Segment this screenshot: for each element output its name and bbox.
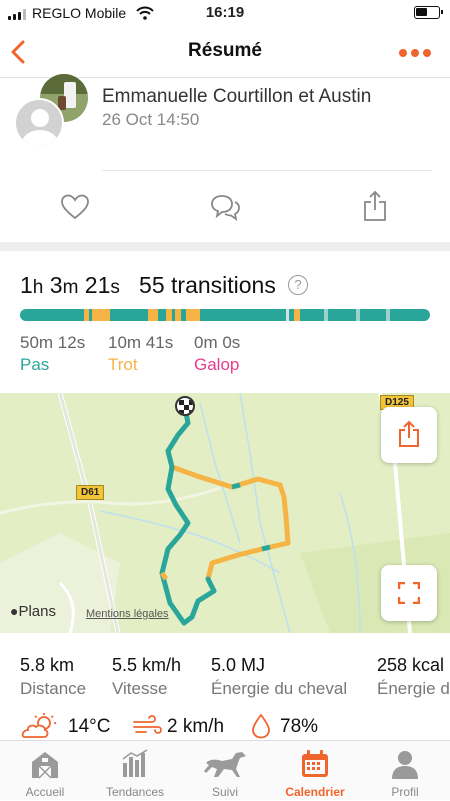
bar-chart-icon	[122, 749, 148, 777]
tab-label: Tendances	[105, 785, 165, 799]
horse-icon	[204, 752, 246, 777]
horse-energy-label: Énergie du cheval	[211, 679, 348, 698]
partly-cloudy-icon	[21, 713, 56, 738]
status-bar: REGLO Mobile 16:19	[0, 0, 450, 26]
gallop-label: Galop	[194, 355, 240, 374]
tab-bar: Accueil Tendances Suivi Calendrier Profi…	[0, 740, 450, 800]
expand-icon	[398, 582, 420, 604]
transitions-count: 55 transitions	[139, 272, 276, 298]
post-date: 26 Oct 14:50	[102, 110, 200, 129]
speed-label: Vitesse	[112, 679, 168, 698]
humidity: 78%	[280, 716, 319, 737]
route-map[interactable]: D61 D125 ●Plans Mentions légales	[0, 393, 450, 633]
map-fullscreen-button[interactable]	[381, 565, 437, 621]
tab-label: Accueil	[25, 785, 65, 799]
tab-suivi[interactable]: Suivi	[180, 741, 270, 801]
heart-icon[interactable]	[61, 194, 89, 220]
battery-icon	[414, 6, 443, 19]
more-options-icon[interactable]	[398, 48, 432, 58]
finish-flag-marker	[175, 396, 195, 416]
tab-tendances[interactable]: Tendances	[90, 741, 180, 801]
speed-value: 5.5 km/h	[112, 655, 182, 675]
map-share-button[interactable]	[381, 407, 437, 463]
wind-icon	[133, 715, 162, 734]
divider	[102, 170, 432, 171]
road-label-d61: D61	[76, 485, 105, 500]
tab-profil[interactable]: Profil	[360, 741, 450, 801]
maps-provider-logo: ●Plans	[10, 603, 56, 620]
page-title: Résumé	[188, 40, 262, 61]
trot-label: Trot	[108, 355, 138, 374]
clock: 16:19	[205, 4, 245, 21]
walk-label: Pas	[20, 355, 50, 374]
navigation-bar: Résumé	[0, 26, 450, 78]
ride-duration: 1h 3m 21s 55 transitions	[20, 272, 276, 298]
calendar-icon	[302, 750, 328, 777]
barn-icon	[32, 752, 58, 779]
rider-energy-label: Énergie du cavalier	[377, 679, 450, 698]
humidity-drop-icon	[252, 713, 270, 739]
legal-link[interactable]: Mentions légales	[86, 608, 169, 620]
trot-time: 10m 41s	[108, 333, 174, 352]
horse-energy-value: 5.0 MJ	[211, 655, 266, 675]
share-icon	[399, 420, 419, 447]
distance-label: Distance	[20, 679, 87, 698]
tab-label: Profil	[391, 785, 419, 799]
temperature: 14°C	[68, 716, 111, 737]
gallop-time: 0m 0s	[194, 333, 241, 352]
tab-calendrier[interactable]: Calendrier	[270, 741, 360, 801]
gait-timeline-bar	[20, 309, 430, 321]
wind-speed: 2 km/h	[167, 716, 225, 737]
distance-value: 5.8 km	[20, 655, 75, 675]
help-icon[interactable]: ?	[288, 275, 308, 295]
comment-icon[interactable]	[209, 193, 241, 221]
share-icon[interactable]	[362, 190, 388, 222]
walk-time: 50m 12s	[20, 333, 86, 352]
tab-label: Calendrier	[285, 785, 345, 799]
tab-accueil[interactable]: Accueil	[0, 741, 90, 801]
rider-energy-value: 258 kcal	[377, 655, 445, 675]
rider-energy-clip: 258 kcal Énergie du cavalier	[377, 650, 450, 705]
rider-avatar[interactable]	[14, 98, 64, 148]
profile-icon	[392, 751, 418, 779]
tab-label: Suivi	[211, 785, 238, 799]
section-divider	[0, 242, 450, 251]
post-author: Emmanuelle Courtillon et Austin	[102, 86, 372, 107]
